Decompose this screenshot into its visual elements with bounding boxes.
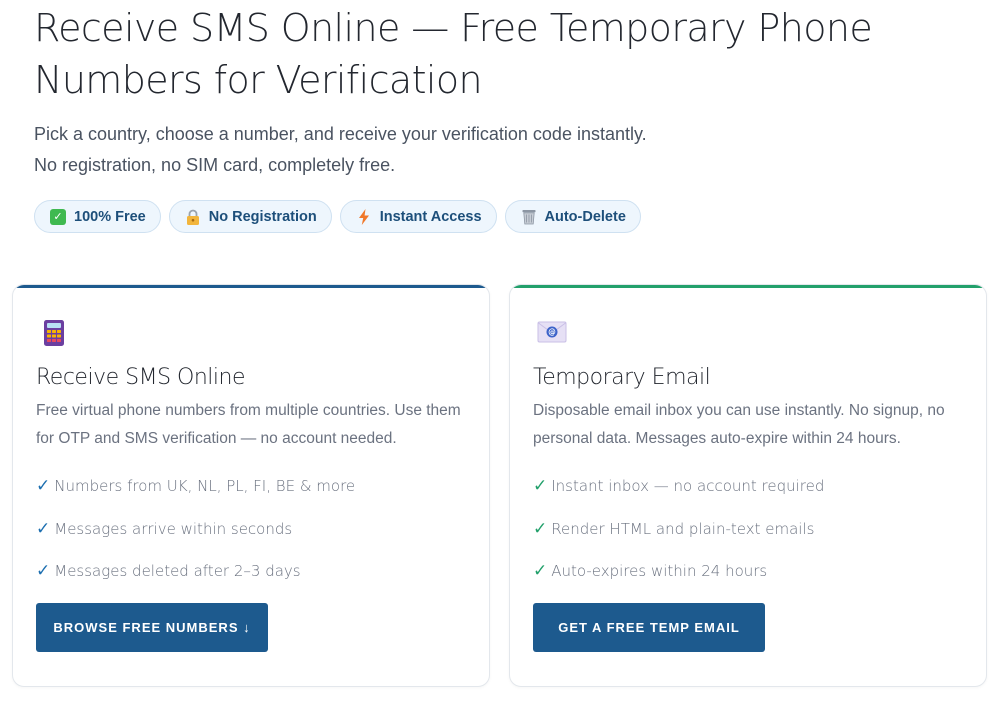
browse-free-numbers-button[interactable]: BROWSE FREE NUMBERS ↓ (36, 603, 268, 652)
temp-email-card: @ Temporary Email Disposable email inbox… (509, 284, 987, 687)
temp-email-card-description: Disposable email inbox you can use insta… (533, 402, 945, 447)
list-item: ✓ Messages deleted after 2–3 days (36, 550, 355, 593)
checkmark-icon: ✓ (533, 476, 548, 497)
checkmark-icon: ✓ (533, 561, 548, 582)
list-item: ✓ Messages arrive within seconds (36, 508, 355, 551)
list-item: ✓ Auto-expires within 24 hours (533, 550, 824, 593)
sms-card: Receive SMS Online Free virtual phone nu… (12, 284, 490, 687)
feature-text: Numbers from UK, NL, PL, FI, BE & more (54, 477, 356, 496)
checkmark-icon: ✓ (36, 518, 51, 539)
badge-label: Instant Access (379, 208, 482, 225)
checkmark-icon: ✓ (533, 518, 548, 539)
sms-card-description: Free virtual phone numbers from multiple… (36, 402, 461, 447)
temp-email-card-title: Temporary Email (533, 365, 711, 390)
checkmark-icon: ✓ (36, 476, 51, 497)
feature-text: Render HTML and plain-text emails (551, 519, 815, 538)
badge-label: Auto-Delete (544, 208, 626, 225)
badge-label: 100% Free (74, 208, 146, 225)
wastebasket-icon (521, 209, 537, 225)
svg-text:@: @ (548, 328, 556, 337)
feature-text: Auto-expires within 24 hours (551, 562, 768, 581)
feature-text: Messages deleted after 2–3 days (54, 562, 301, 581)
list-item: ✓ Instant inbox — no account required (533, 465, 824, 508)
badge-instant-access: Instant Access (339, 200, 497, 233)
badge-label: No Registration (208, 208, 317, 225)
sms-card-title: Receive SMS Online (36, 365, 246, 390)
email-icon: @ (537, 321, 567, 349)
page-title: Receive SMS Online — Free Temporary Phon… (34, 6, 873, 102)
page-subtitle: Pick a country, choose a number, and rec… (34, 124, 647, 175)
checkmark-icon: ✓ (36, 561, 51, 582)
badge-free: ✓ 100% Free (34, 200, 161, 233)
list-item: ✓ Numbers from UK, NL, PL, FI, BE & more (36, 465, 355, 508)
feature-text: Instant inbox — no account required (551, 477, 825, 496)
lock-icon (185, 209, 201, 225)
feature-text: Messages arrive within seconds (54, 519, 293, 538)
lightning-icon (356, 208, 372, 225)
badge-no-registration: No Registration (168, 200, 332, 233)
list-item: ✓ Render HTML and plain-text emails (533, 508, 824, 551)
calculator-phone-icon (43, 319, 67, 347)
get-free-temp-email-button[interactable]: GET A FREE TEMP EMAIL (533, 603, 765, 652)
badge-auto-delete: Auto-Delete (504, 200, 641, 233)
hero-section: Receive SMS Online — Free Temporary Phon… (34, 0, 974, 233)
temp-email-feature-list: ✓ Instant inbox — no account required ✓ Re… (533, 465, 824, 593)
feature-badges: ✓ 100% Free No Registration Instant Acce… (34, 200, 974, 233)
sms-feature-list: ✓ Numbers from UK, NL, PL, FI, BE & more … (36, 465, 355, 593)
check-box-icon: ✓ (50, 208, 66, 225)
